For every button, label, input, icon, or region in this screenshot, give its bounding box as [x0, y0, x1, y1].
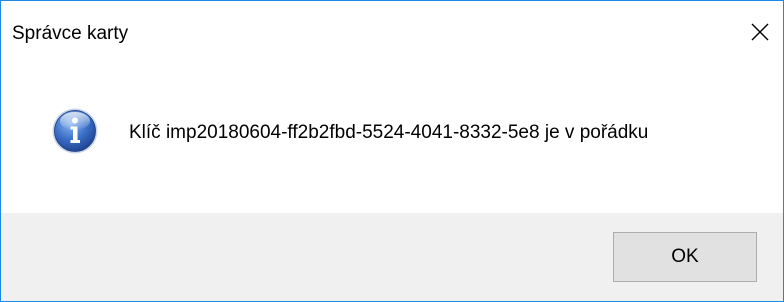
info-icon	[52, 108, 98, 154]
title-bar: Správce karty	[1, 1, 783, 65]
dialog-content: Klíč imp20180604-ff2b2fbd-5524-4041-8332…	[1, 65, 783, 213]
close-icon	[751, 23, 769, 41]
dialog-footer: OK	[1, 213, 783, 301]
dialog-title: Správce karty	[12, 23, 129, 44]
ok-button[interactable]: OK	[613, 232, 757, 282]
close-button[interactable]	[737, 1, 783, 63]
message-dialog: Správce karty Klíč imp20180604-ff2b2fbd-…	[0, 0, 784, 302]
dialog-message: Klíč imp20180604-ff2b2fbd-5524-4041-8332…	[129, 122, 649, 143]
